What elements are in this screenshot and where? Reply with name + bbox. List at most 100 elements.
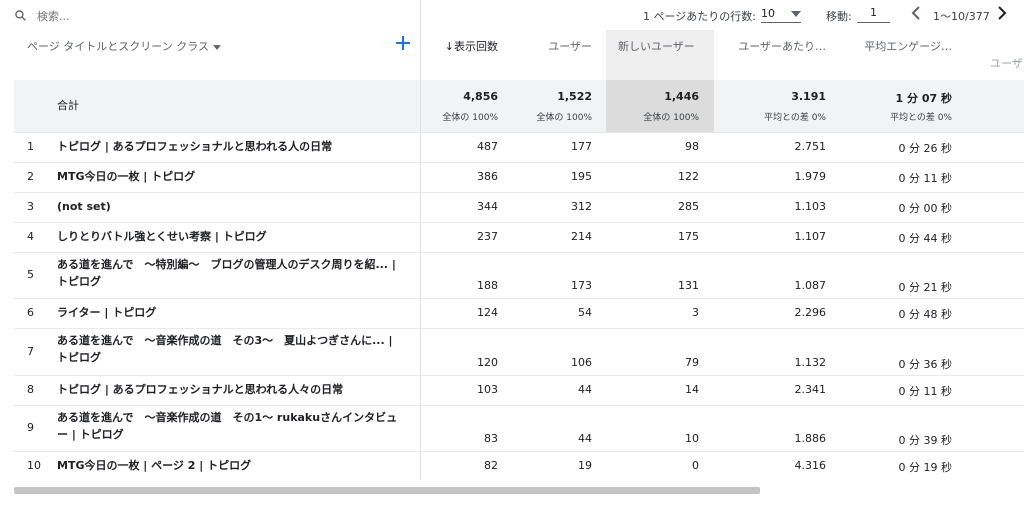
row-users: 177 [571,140,592,153]
row-users: 173 [571,279,592,292]
row-new-users: 10 [685,432,699,445]
summary-views: 4,856 [463,90,498,103]
row-avg-engagement: 0 分 21 秒 [898,281,953,294]
summary-label: 合計 [57,99,79,112]
summary-new-users: 1,446 [664,90,699,103]
sorted-column-summary-highlight [606,80,714,132]
row-new-users: 79 [685,356,699,369]
horizontal-scrollbar[interactable] [14,487,760,494]
row-title: トピログ | あるプロフェッショナルと思われる人の日常 [57,140,333,153]
row-avg-engagement: 0 分 48 秒 [898,308,953,321]
chevron-right-icon[interactable] [996,5,1008,25]
avg-engagement-header[interactable]: 平均エンゲージ… [840,38,952,54]
summary-row [14,80,1024,132]
summary-users: 1,522 [557,90,592,103]
row-users: 44 [578,383,592,396]
row-avg-engagement: 0 分 11 秒 [898,172,953,185]
row-new-users: 0 [692,459,699,472]
dimension-header[interactable]: ページ タイトルとスクリーン クラス [27,38,221,54]
row-per-user: 2.751 [794,140,827,153]
column-divider [420,30,421,480]
add-dimension-icon[interactable] [396,35,410,54]
per-user-header[interactable]: ユーザーあたり… [720,38,826,54]
rows-per-page-value: 10 [761,6,775,20]
row-views: 237 [477,230,498,243]
row-views: 83 [484,432,498,445]
sort-arrow-icon: ↓ [444,40,454,53]
page-range: 1〜10/377 [933,10,990,23]
dimension-header-label: ページ タイトルとスクリーン クラス [27,40,210,53]
row-users: 195 [571,170,592,183]
row-avg-engagement: 0 分 19 秒 [898,461,953,474]
row-title: MTG今日の一枚 | ページ 2 | トピログ [57,459,252,472]
goto-page-input[interactable]: 1 [857,4,890,23]
row-per-user: 2.296 [794,306,827,319]
summary-per-user: 3.191 [791,90,826,103]
row-title: トピログ | あるプロフェッショナルと思われる人々の日常 [57,383,344,396]
rows-per-page-label: 1 ページあたりの行数: [643,10,756,23]
rows-per-page-select[interactable]: 10 [761,4,801,23]
row-views: 386 [477,170,498,183]
row-new-users: 285 [678,200,699,213]
row-title: ある道を進んで 〜音楽作成の道 その1〜 rukakuさんインタビュー | トピ… [57,411,398,441]
search-box[interactable] [14,7,159,26]
search-input[interactable] [35,9,159,24]
cut-off-header[interactable]: ユーザ [990,55,1023,71]
row-views: 82 [484,459,498,472]
row-number: 10 [27,459,41,472]
caret-down-icon [212,40,221,53]
row-per-user: 1.132 [794,356,827,369]
row-users: 19 [578,459,592,472]
new-users-header[interactable]: 新しいユーザー [618,38,708,54]
row-number: 7 [27,344,34,358]
row-number: 9 [27,421,34,434]
row-per-user: 4.316 [794,459,827,472]
row-title: ライター | トピログ [57,306,157,319]
row-title: MTG今日の一枚 | トピログ [57,170,196,183]
chevron-left-icon[interactable] [910,5,922,25]
row-avg-engagement: 0 分 39 秒 [898,434,953,447]
summary-per-user-sub: 平均との差 0% [763,113,826,123]
row-avg-engagement: 0 分 44 秒 [898,232,953,245]
row-new-users: 98 [685,140,699,153]
row-views: 103 [477,383,498,396]
row-users: 54 [578,306,592,319]
row-per-user: 1.087 [794,279,827,292]
summary-avg: 1 分 07 秒 [895,92,952,105]
row-new-users: 175 [678,230,699,243]
row-number: 8 [27,383,34,396]
row-per-user: 1.103 [794,200,827,213]
users-header[interactable]: ユーザー [520,38,592,54]
row-new-users: 14 [685,383,699,396]
row-avg-engagement: 0 分 26 秒 [898,142,953,155]
row-new-users: 131 [678,279,699,292]
summary-users-sub: 全体の 100% [536,113,592,123]
row-avg-engagement: 0 分 11 秒 [898,385,953,398]
row-number: 2 [27,170,34,183]
row-title: (not set) [57,200,111,213]
row-users: 44 [578,432,592,445]
row-users: 106 [571,356,592,369]
summary-avg-sub: 平均との差 0% [889,113,952,123]
row-users: 214 [571,230,592,243]
row-views: 120 [477,356,498,369]
caret-down-icon [791,7,801,20]
views-header[interactable]: ↓表示回数 [430,38,498,54]
row-views: 344 [477,200,498,213]
summary-views-sub: 全体の 100% [442,113,498,123]
row-number: 3 [27,200,34,213]
table-toolbar: 1 ページあたりの行数: 10 移動: 1 1〜10/377 [0,0,1024,30]
views-header-label: 表示回数 [454,40,498,53]
row-per-user: 1.886 [794,432,827,445]
row-avg-engagement: 0 分 36 秒 [898,358,953,371]
row-number: 5 [27,268,34,281]
row-number: 4 [27,230,34,243]
row-views: 487 [477,140,498,153]
search-icon [14,7,27,26]
summary-new-users-sub: 全体の 100% [643,113,699,123]
row-title: ある道を進んで 〜音楽作成の道 その3〜 夏山よつぎさんに... | トピログ [57,334,393,364]
row-title: ある道を進んで 〜特別編〜 ブログの管理人のデスク周りを紹... | トピログ [57,258,396,288]
goto-label: 移動: [826,10,852,23]
row-title: しりとりバトル強とくせい考察 | トピログ [57,230,267,243]
row-views: 188 [477,279,498,292]
